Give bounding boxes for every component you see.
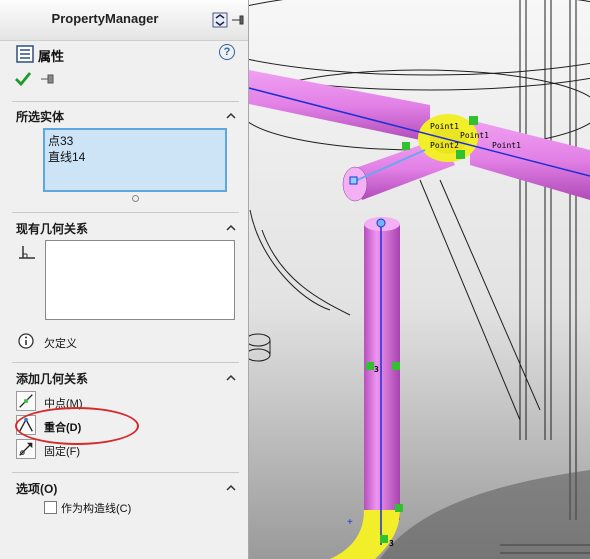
point-label: Point1 xyxy=(460,131,489,140)
midpoint-icon xyxy=(16,391,36,411)
resize-handle[interactable] xyxy=(132,195,139,202)
relation-label: 固定(F) xyxy=(44,446,81,458)
pin-icon[interactable] xyxy=(230,12,246,28)
property-header-row: 属性 ? xyxy=(14,44,239,64)
pushpin-icon[interactable] xyxy=(40,72,56,86)
fix-icon xyxy=(16,439,36,459)
info-icon xyxy=(18,333,34,349)
origin-cross: + xyxy=(347,517,353,528)
sketch-endpoint[interactable] xyxy=(376,218,386,228)
property-manager-header: PropertyManager xyxy=(0,0,248,41)
properties-icon xyxy=(16,45,34,63)
list-item[interactable]: 点33 xyxy=(48,132,73,149)
construction-checkbox[interactable] xyxy=(44,501,57,514)
selected-point[interactable] xyxy=(349,176,358,185)
construction-checkbox-row[interactable]: 作为构造线(C) xyxy=(44,500,224,516)
property-manager-panel: PropertyManager 属性 ? 所选实体 点33 直线14 现有几何关… xyxy=(0,0,249,559)
section-selected-entities-title[interactable]: 所选实体 xyxy=(16,108,64,125)
divider xyxy=(12,101,239,102)
property-label: 属性 xyxy=(38,49,65,64)
point-label: Point1 xyxy=(430,122,459,131)
construction-label: 作为构造线(C) xyxy=(61,503,132,515)
panel-title: PropertyManager xyxy=(51,11,159,26)
chevron-up-icon[interactable] xyxy=(226,223,236,233)
dimension-mark: 3 xyxy=(389,539,394,548)
ok-check-icon[interactable] xyxy=(14,70,32,88)
chevron-up-icon[interactable] xyxy=(226,483,236,493)
chevron-up-icon[interactable] xyxy=(226,373,236,383)
section-options-title[interactable]: 选项(O) xyxy=(16,480,57,497)
status-text: 欠定义 xyxy=(44,338,77,350)
list-item[interactable]: 直线14 xyxy=(48,148,85,165)
red-annotation-circle xyxy=(15,407,139,445)
section-existing-relations-title[interactable]: 现有几何关系 xyxy=(16,220,88,237)
point-label: Point1 xyxy=(492,141,521,150)
expand-collapse-icon[interactable] xyxy=(212,12,228,28)
divider xyxy=(12,212,239,213)
divider xyxy=(12,362,239,363)
help-icon[interactable]: ? xyxy=(219,44,235,60)
section-add-relations-title[interactable]: 添加几何关系 xyxy=(16,370,88,387)
relations-icon xyxy=(19,246,35,259)
point-label: Point2 xyxy=(430,141,459,150)
divider xyxy=(12,472,239,473)
action-buttons xyxy=(14,70,74,90)
selected-entities-list[interactable]: 点33 直线14 xyxy=(43,128,227,192)
definition-status: 欠定义 xyxy=(18,333,218,351)
dimension-mark: 3 xyxy=(374,365,379,374)
existing-relations-list[interactable] xyxy=(45,240,235,320)
chevron-up-icon[interactable] xyxy=(226,111,236,121)
